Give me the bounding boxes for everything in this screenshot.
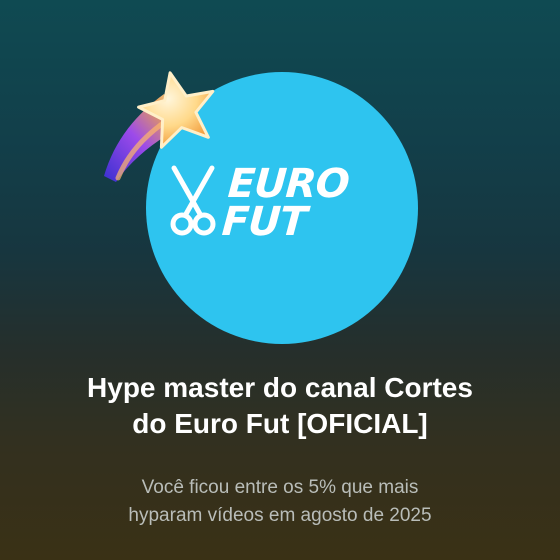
subtitle-line-2: hyparam vídeos em agosto de 2025	[128, 505, 432, 526]
logo-line-fut: FUT	[220, 199, 308, 245]
subtitle-line-1: Você ficou entre os 5% que mais	[141, 477, 419, 498]
badge-subtitle: Você ficou entre os 5% que mais hyparam …	[20, 474, 540, 530]
hype-master-card: EURO FUT Hype master do canal Cortes do …	[0, 0, 560, 560]
title-line-1: Hype master do canal Cortes	[87, 372, 473, 403]
logo-line-euro: EURO	[226, 161, 351, 207]
title-line-2: do Euro Fut [OFICIAL]	[132, 408, 428, 439]
shooting-star-icon	[104, 71, 215, 182]
badge-title: Hype master do canal Cortes do Euro Fut …	[20, 370, 540, 442]
